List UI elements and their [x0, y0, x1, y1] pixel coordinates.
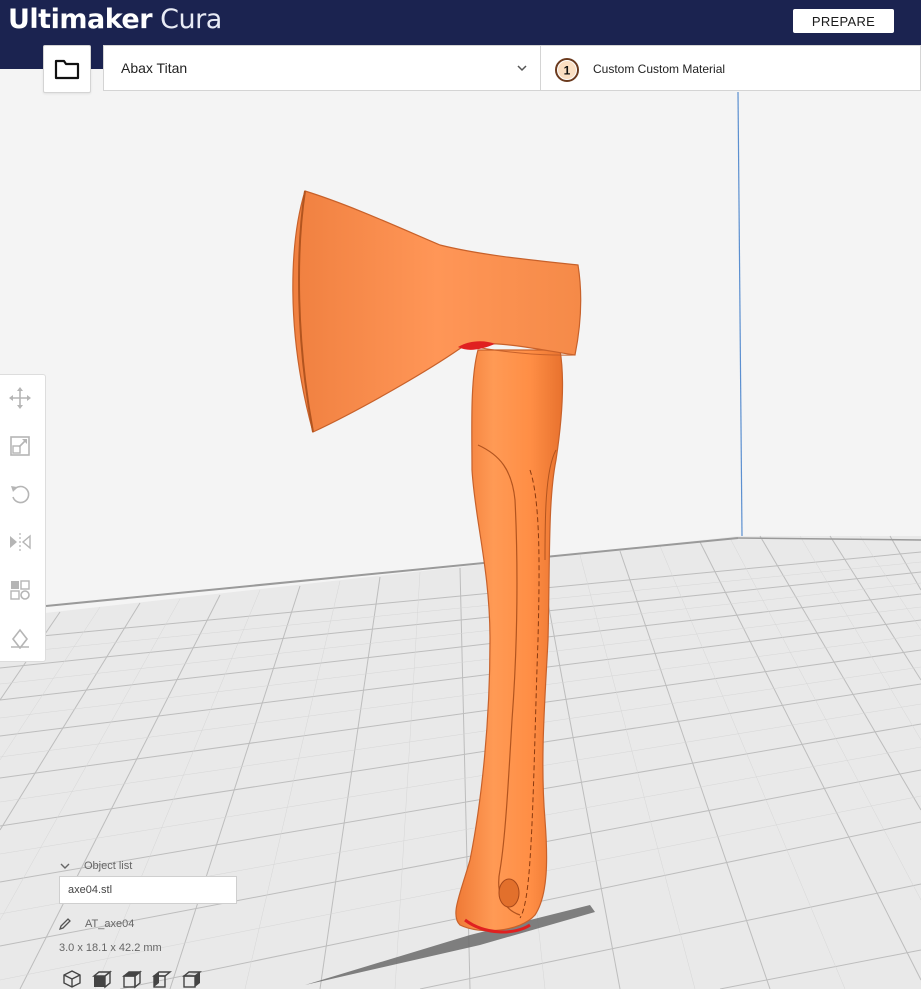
open-file-button[interactable]: [43, 45, 91, 93]
object-name-row: AT_axe04: [58, 917, 134, 931]
object-list-toggle[interactable]: Object list: [58, 857, 132, 875]
move-icon[interactable]: [9, 387, 31, 409]
printer-selector[interactable]: Abax Titan: [104, 46, 540, 90]
object-name: AT_axe04: [85, 918, 135, 930]
3d-view-icon[interactable]: [62, 969, 82, 989]
object-list-label: Object list: [84, 860, 133, 872]
left-view-icon[interactable]: [152, 969, 172, 989]
front-view-icon[interactable]: [92, 969, 112, 989]
prepare-stage-button[interactable]: PREPARE: [793, 9, 894, 33]
build-volume-edge: [737, 91, 743, 537]
material-name: Custom Custom Material: [593, 62, 726, 76]
scale-icon[interactable]: [9, 435, 31, 457]
extruder-badge-icon: 1: [555, 58, 579, 82]
material-selector[interactable]: 1 Custom Custom Material: [541, 46, 921, 90]
tool-panel: [0, 374, 46, 662]
app-logo: Ultimaker Cura: [8, 4, 222, 35]
rotate-icon[interactable]: [9, 483, 31, 505]
per-model-settings-icon[interactable]: [9, 579, 31, 601]
top-view-icon[interactable]: [122, 969, 142, 989]
printer-name: Abax Titan: [121, 60, 188, 76]
build-plate-scene: [0, 91, 921, 989]
pencil-icon[interactable]: [58, 917, 72, 931]
printer-selector-bar: Abax Titan 1 Custom Custom Material: [103, 45, 921, 91]
right-view-icon[interactable]: [182, 969, 202, 989]
chevron-down-icon: [60, 863, 70, 869]
chevron-down-icon: [517, 65, 527, 72]
build-volume-viewport[interactable]: [0, 69, 921, 989]
handle-hole: [498, 878, 520, 908]
mirror-icon[interactable]: [9, 531, 31, 553]
extruder-number: 1: [564, 64, 571, 78]
object-dimensions: 3.0 x 18.1 x 42.2 mm: [59, 942, 162, 954]
folder-icon: [54, 59, 80, 80]
object-list-item[interactable]: axe04.stl: [59, 876, 237, 904]
support-blocker-icon[interactable]: [9, 627, 31, 649]
